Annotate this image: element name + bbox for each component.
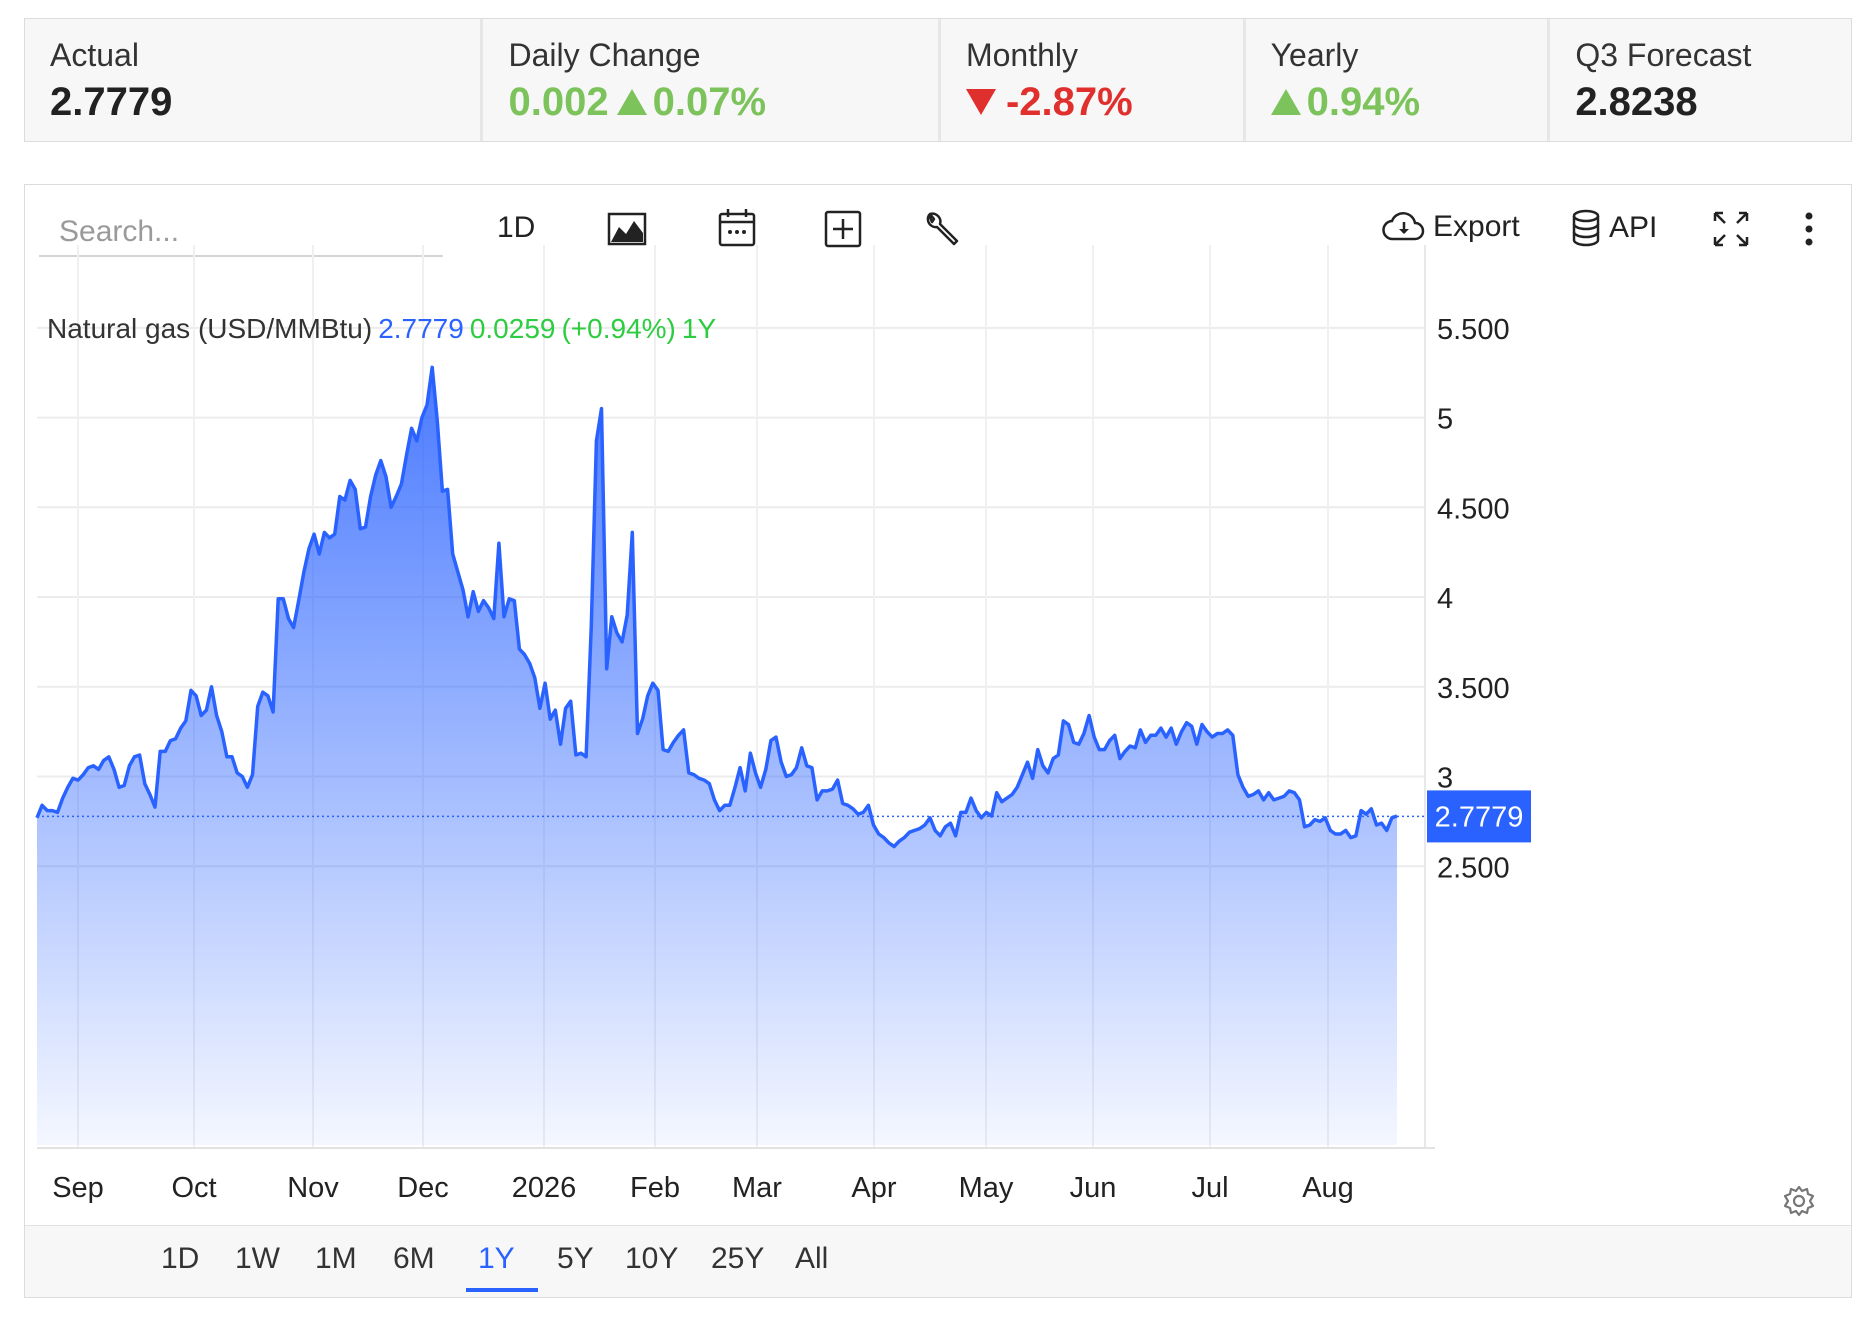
monthly-value: -2.87% xyxy=(1005,80,1133,124)
range-button-1d[interactable]: 1D xyxy=(161,1242,199,1276)
stats-bar: Actual 2.7779 Daily Change 0.002 0.07% M… xyxy=(24,18,1852,142)
x-tick-label: Aug xyxy=(1302,1172,1354,1204)
x-tick-label: Jul xyxy=(1191,1172,1228,1204)
stat-label: Yearly xyxy=(1270,37,1359,73)
range-button-1m[interactable]: 1M xyxy=(315,1242,357,1276)
range-button-all[interactable]: All xyxy=(795,1242,828,1276)
x-tick-label: Jun xyxy=(1070,1172,1117,1204)
x-tick-label: Mar xyxy=(732,1172,782,1204)
triangle-up-icon xyxy=(616,89,647,115)
range-button-25y[interactable]: 25Y xyxy=(711,1242,764,1276)
series-area xyxy=(37,367,1397,1145)
legend-change: 0.0259 xyxy=(469,313,556,344)
forecast-value: 2.8238 xyxy=(1575,80,1698,124)
x-tick-label: Dec xyxy=(397,1172,449,1204)
y-tick-label: 5 xyxy=(1437,404,1453,436)
triangle-down-icon xyxy=(965,89,996,115)
stat-daily-change: Daily Change 0.002 0.07% xyxy=(483,19,941,141)
x-tick-label: Apr xyxy=(851,1172,896,1204)
active-range-underline xyxy=(466,1288,538,1292)
chart-card: 1D Export xyxy=(24,184,1852,1298)
y-tick-label: 2.500 xyxy=(1437,852,1510,884)
x-tick-label: Oct xyxy=(171,1172,216,1204)
range-button-5y[interactable]: 5Y xyxy=(557,1242,594,1276)
x-tick-label: 2026 xyxy=(512,1172,577,1204)
y-tick-label: 3 xyxy=(1437,763,1453,795)
stat-label: Actual xyxy=(50,37,139,73)
stat-label: Daily Change xyxy=(508,37,701,73)
stat-yearly: Yearly 0.94% xyxy=(1246,19,1551,141)
x-tick-label: Feb xyxy=(630,1172,680,1204)
yearly-value: 0.94% xyxy=(1306,80,1421,124)
stat-value: 2.8238 xyxy=(1575,77,1851,127)
daily-change-percent: 0.07% xyxy=(652,80,767,124)
legend-period: 1Y xyxy=(681,313,717,344)
stat-label: Monthly xyxy=(965,37,1079,73)
x-tick-label: Sep xyxy=(52,1172,104,1204)
x-tick-label: Nov xyxy=(287,1172,339,1204)
range-button-1w[interactable]: 1W xyxy=(235,1242,280,1276)
chart-legend: Natural gas (USD/MMBtu) 2.7779 0.0259 (+0.9… xyxy=(47,313,716,345)
range-button-1y[interactable]: 1Y xyxy=(478,1242,515,1276)
legend-percent: (+0.94%) xyxy=(561,313,676,344)
legend-value: 2.7779 xyxy=(378,313,464,344)
actual-value: 2.7779 xyxy=(50,80,173,124)
y-tick-label: 3.500 xyxy=(1437,673,1510,705)
stat-value: 2.7779 xyxy=(50,77,480,127)
range-button-10y[interactable]: 10Y xyxy=(625,1242,678,1276)
daily-change-value: 0.002 xyxy=(508,80,609,124)
y-tick-label: 4.500 xyxy=(1437,493,1510,525)
x-tick-label: May xyxy=(959,1172,1014,1204)
stat-q3-forecast: Q3 Forecast 2.8238 xyxy=(1550,19,1851,141)
triangle-up-icon xyxy=(1270,89,1301,115)
range-button-6m[interactable]: 6M xyxy=(393,1242,435,1276)
stat-monthly: Monthly -2.87% xyxy=(941,19,1246,141)
stat-value: 0.94% xyxy=(1270,77,1548,127)
range-selector: 1D 1W 1M 6M 1Y 5Y 10Y 25Y All xyxy=(25,1225,1851,1297)
chart-settings-button[interactable] xyxy=(1781,1183,1817,1219)
current-value-label: 2.7779 xyxy=(1435,801,1524,833)
stat-value: 0.002 0.07% xyxy=(508,77,937,127)
gear-icon xyxy=(1783,1185,1815,1217)
stat-label: Q3 Forecast xyxy=(1575,37,1752,73)
stat-actual: Actual 2.7779 xyxy=(25,19,484,141)
y-tick-label: 4 xyxy=(1437,583,1453,615)
legend-series-name: Natural gas (USD/MMBtu) xyxy=(47,313,373,344)
stat-value: -2.87% xyxy=(965,77,1243,127)
y-tick-label: 5.500 xyxy=(1437,314,1510,346)
